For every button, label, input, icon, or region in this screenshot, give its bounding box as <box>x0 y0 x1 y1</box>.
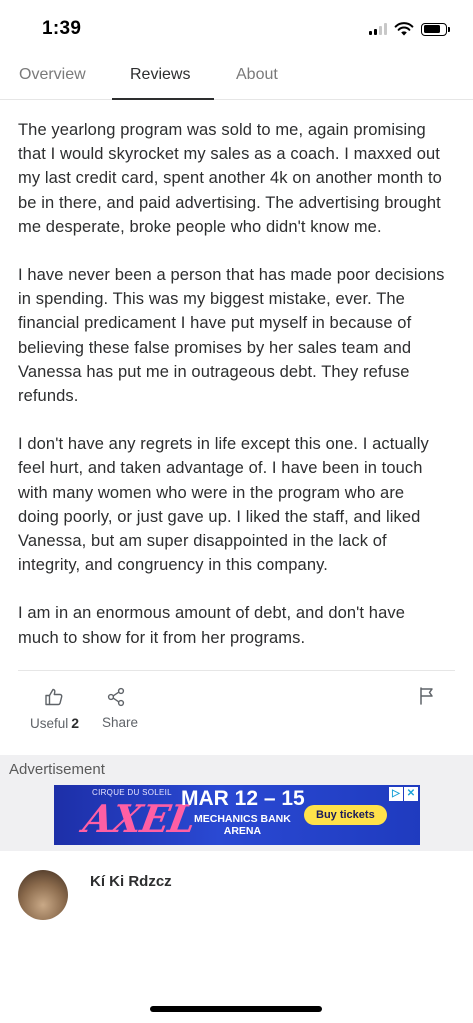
avatar[interactable] <box>18 869 68 920</box>
ad-choices[interactable]: ▷ ✕ <box>389 786 418 801</box>
share-icon <box>107 687 125 706</box>
review-paragraph: The yearlong program was sold to me, aga… <box>18 121 442 236</box>
review-paragraph: I am in an enormous amount of debt, and … <box>18 604 405 647</box>
reviewer-name[interactable]: Kí Ki Rdzcz <box>90 873 172 890</box>
review-paragraph: I don't have any regrets in life except … <box>18 435 429 575</box>
ad-venue: MECHANICS BANK ARENA <box>194 813 291 837</box>
wifi-icon <box>394 22 414 36</box>
battery-icon <box>421 22 450 36</box>
ad-venue-line1: MECHANICS BANK <box>194 812 291 825</box>
tab-overview[interactable]: Overview <box>19 66 86 84</box>
cellular-signal-icon <box>369 23 387 35</box>
advertisement-section: Advertisement CIRQUE DU SOLEIL AXEL MAR … <box>0 754 473 851</box>
review-paragraph: I have never been a person that has made… <box>18 266 445 406</box>
close-icon[interactable]: ✕ <box>404 786 418 801</box>
tab-bar: Overview Reviews About <box>0 58 473 100</box>
advertisement-label: Advertisement <box>9 760 105 778</box>
status-time: 1:39 <box>42 18 82 39</box>
share-label: Share <box>102 714 139 730</box>
next-review-header: Kí Ki Rdzcz <box>0 851 473 920</box>
active-tab-indicator <box>112 98 214 100</box>
review-actions: Useful 2 Share <box>0 671 473 751</box>
thumbs-up-icon <box>45 688 63 706</box>
status-bar: 1:39 <box>0 0 473 58</box>
ad-choices-icon[interactable]: ▷ <box>389 786 403 801</box>
ad-dates: MAR 12 – 15 <box>181 786 305 810</box>
home-indicator <box>150 1006 322 1012</box>
buy-tickets-button[interactable]: Buy tickets <box>304 804 387 825</box>
flag-icon[interactable] <box>419 687 435 705</box>
useful-button[interactable]: Useful 2 <box>30 687 79 731</box>
ad-venue-line2: ARENA <box>223 824 262 837</box>
tab-reviews[interactable]: Reviews <box>130 66 190 84</box>
useful-label: Useful <box>30 715 69 731</box>
share-button[interactable]: Share <box>102 687 138 730</box>
review-body: The yearlong program was sold to me, aga… <box>0 100 473 650</box>
tab-about[interactable]: About <box>236 66 278 84</box>
useful-count: 2 <box>71 714 80 731</box>
ad-banner[interactable]: CIRQUE DU SOLEIL AXEL MAR 12 – 15 MECHAN… <box>54 784 420 845</box>
status-icons <box>369 22 450 36</box>
